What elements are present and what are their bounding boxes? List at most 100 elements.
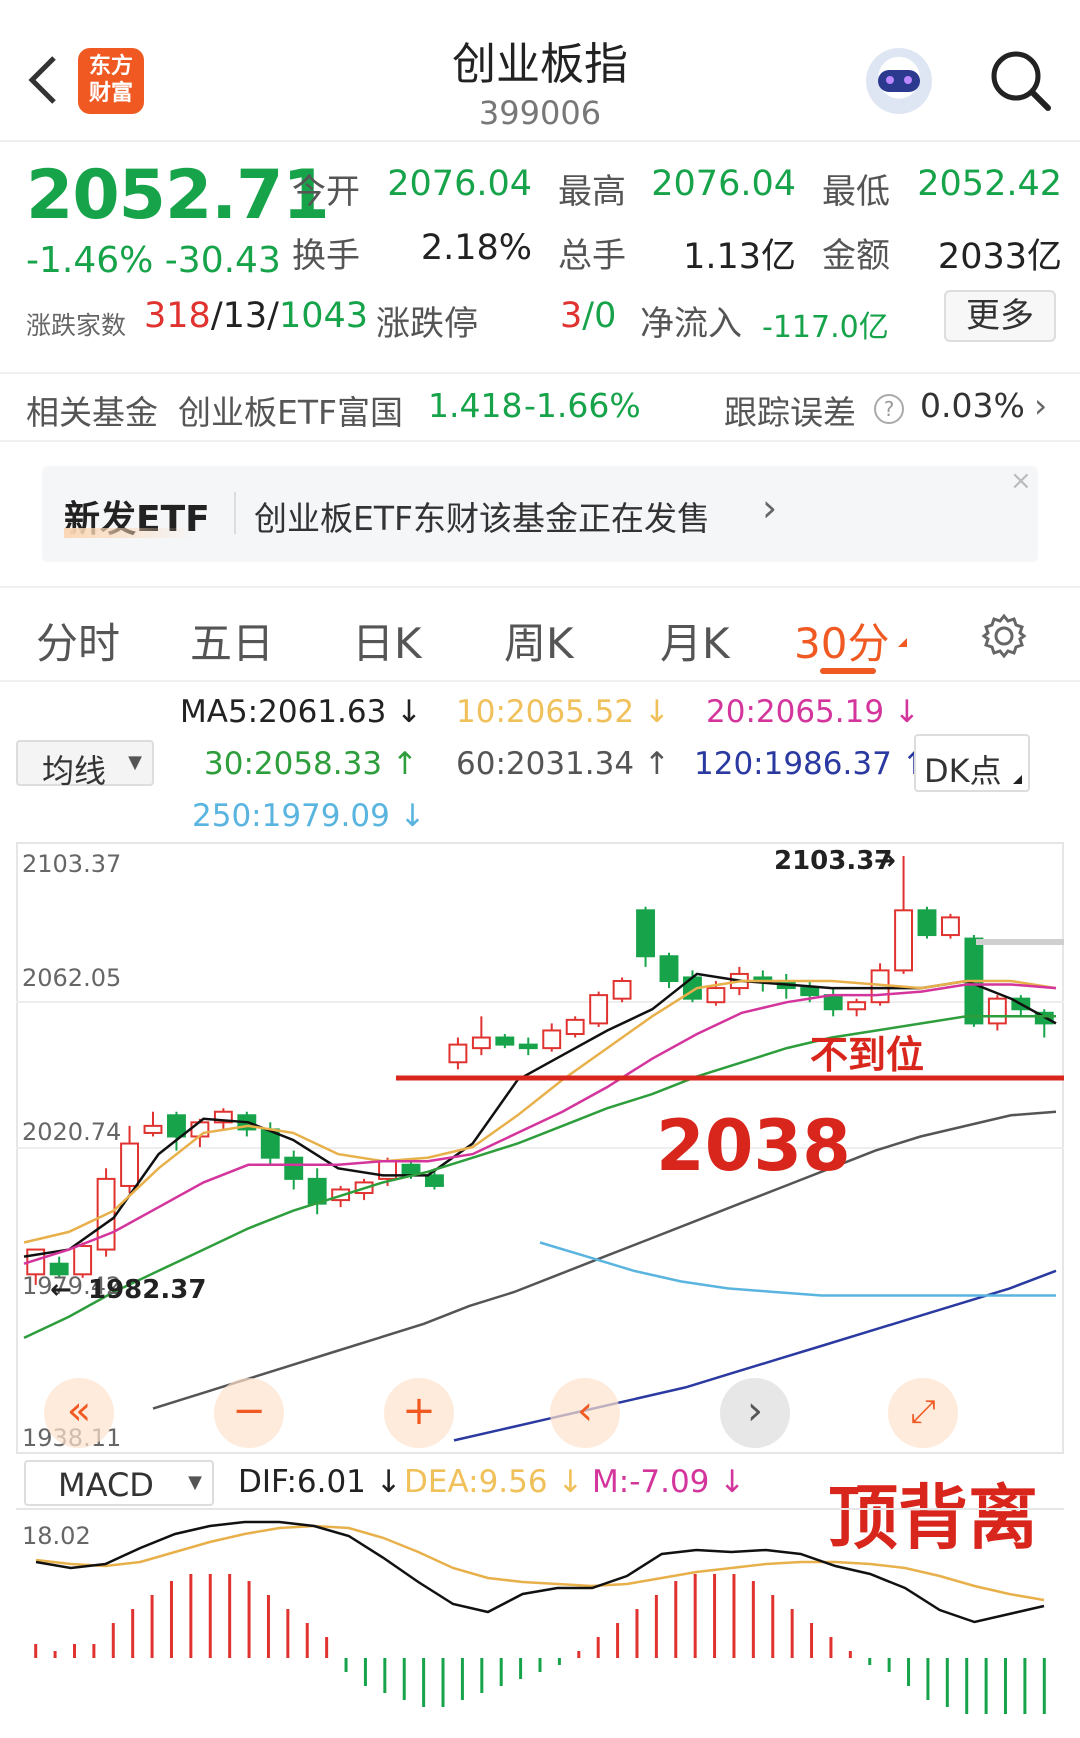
tab-five-day[interactable]: 五日 xyxy=(190,610,274,671)
banner-chevron-icon: › xyxy=(762,486,778,530)
limit-up: 3 xyxy=(560,296,583,336)
breadth-up: 318 xyxy=(144,296,211,336)
open-value: 2076.04 xyxy=(387,164,532,204)
volume-value: 1.13亿 xyxy=(683,237,796,277)
limit-values: 3/0 xyxy=(560,296,616,336)
ma60-text: 60:2031.34 xyxy=(456,746,635,782)
banner-text: 创业板ETF东财该基金正在发售 xyxy=(254,499,710,538)
related-fund-row[interactable]: 相关基金 创业板ETF富国 1.418 -1.66% 跟踪误差 ? 0.03% … xyxy=(0,372,1080,442)
fund-label: 相关基金 xyxy=(26,393,158,432)
breadth-label: 涨跌家数 xyxy=(26,311,127,340)
active-tab-indicator xyxy=(820,668,876,674)
m-text: M:-7.09 xyxy=(592,1464,710,1500)
turnover-label: 换手 xyxy=(292,236,360,276)
candle-body xyxy=(542,1029,562,1050)
candle-body xyxy=(565,1018,585,1035)
ma250-text: 250:1979.09 xyxy=(192,798,390,834)
tab-weekly-k[interactable]: 周K xyxy=(504,610,574,671)
low-label: 最低 xyxy=(822,172,890,212)
ma-line-ma10 xyxy=(23,979,1057,1244)
y-tick-top: 2103.37 xyxy=(22,850,121,878)
ma20-text: 20:2065.19 xyxy=(706,694,885,730)
breadth-down: 1043 xyxy=(278,296,369,336)
dropdown-arrow-icon: ▼ xyxy=(128,752,142,773)
kline-chart[interactable]: 2103.37 2062.05 2020.74 1979.42 1938.11 … xyxy=(16,842,1064,1454)
tab-dropdown-icon xyxy=(898,638,907,647)
fullscreen-icon[interactable]: ⤢ xyxy=(888,1378,958,1448)
settings-gear-icon[interactable] xyxy=(980,612,1028,660)
amount-value: 2033亿 xyxy=(937,237,1062,277)
candle-body xyxy=(636,909,655,958)
candle-body xyxy=(143,1124,163,1134)
macd-chart[interactable]: 18.02 xyxy=(16,1508,1064,1738)
annotation-2038: 2038 xyxy=(656,1105,851,1187)
macd-selector[interactable]: MACD ▼ xyxy=(24,1460,214,1506)
more-button[interactable]: 更多 xyxy=(944,290,1056,342)
ma5-text: MA5:2061.63 xyxy=(180,694,387,730)
last-price: 2052.71 xyxy=(26,156,330,235)
low-value: 2052.42 xyxy=(917,164,1062,204)
zoom-out-button[interactable]: − xyxy=(214,1378,284,1448)
macd-histogram xyxy=(34,1574,1046,1714)
candle-body xyxy=(706,987,726,1004)
close-icon[interactable]: × xyxy=(1010,466,1032,496)
limit-label: 涨跌停 xyxy=(376,304,478,344)
annotation-not-reached: 不到位 xyxy=(810,1033,924,1077)
candle-body xyxy=(73,1245,93,1276)
tab-30min[interactable]: 30分 xyxy=(794,610,889,671)
ma-selector-label: 均线 xyxy=(42,752,107,790)
scroll-left-button[interactable]: ‹ xyxy=(550,1378,620,1448)
candle-body xyxy=(917,909,937,937)
candle-body xyxy=(448,1043,468,1064)
candle-body xyxy=(167,1114,186,1138)
netflow-label: 净流入 xyxy=(640,304,742,344)
breadth-values: 318/13/1043 xyxy=(144,296,368,336)
dif-line xyxy=(35,1520,1045,1624)
chevron-right-icon: › xyxy=(1034,386,1048,425)
dk-dropdown-icon xyxy=(1013,775,1022,784)
y-tick-2: 2062.05 xyxy=(22,964,121,992)
candle-body xyxy=(659,955,679,982)
dif-text: DIF:6.01 xyxy=(238,1464,366,1500)
banner-divider xyxy=(234,492,236,534)
quote-panel: 2052.71 -1.46% -30.43 今开 2076.04 最高 2076… xyxy=(0,142,1080,372)
zoom-in-button[interactable]: + xyxy=(384,1378,454,1448)
tracking-value: 0.03% xyxy=(920,386,1025,425)
assistant-robot-icon[interactable] xyxy=(866,48,932,114)
candle-body xyxy=(847,1001,867,1011)
search-icon[interactable] xyxy=(986,46,1056,116)
candle-body xyxy=(307,1177,327,1205)
scroll-right-button[interactable]: › xyxy=(720,1378,790,1448)
open-label: 今开 xyxy=(292,172,360,212)
netflow-value: -117.0亿 xyxy=(762,310,889,345)
tab-daily-k[interactable]: 日K xyxy=(352,610,422,671)
promo-banner[interactable]: 新发ETF 创业板ETF东财该基金正在发售 › × xyxy=(42,466,1038,562)
tab-timeshare[interactable]: 分时 xyxy=(36,610,120,671)
candle-body xyxy=(987,997,1007,1025)
volume-label: 总手 xyxy=(558,236,626,276)
dk-point-label: DK点 xyxy=(924,752,1002,790)
ma60-value: 60:2031.34 ↑ xyxy=(456,746,670,782)
ma-line-ma60 xyxy=(152,1110,1057,1410)
candle-body xyxy=(495,1036,515,1046)
scroll-left-fast-button[interactable]: « xyxy=(44,1378,114,1448)
ma-selector[interactable]: 均线 ▼ xyxy=(16,740,154,790)
tracking-label: 跟踪误差 xyxy=(724,393,856,432)
dk-point-button[interactable]: DK点 xyxy=(914,734,1030,792)
fund-name: 创业板ETF富国 xyxy=(178,393,403,432)
high-label: 最高 xyxy=(558,172,626,212)
tab-monthly-k[interactable]: 月K xyxy=(660,610,730,671)
candle-body xyxy=(941,916,960,937)
macd-selector-label: MACD xyxy=(58,1466,154,1504)
candle-body xyxy=(894,909,913,972)
low-marker-label: 1982.37 xyxy=(88,1275,206,1305)
price-change: -1.46% -30.43 xyxy=(26,240,281,281)
ma250-value: 250:1979.09 ↓ xyxy=(192,798,426,834)
amount-label: 金额 xyxy=(822,236,890,276)
macd-top-tick: 18.02 xyxy=(22,1522,91,1550)
period-tabs: 分时 五日 日K 周K 月K 30分 xyxy=(0,586,1080,682)
help-icon[interactable]: ? xyxy=(874,394,904,424)
fund-price: 1.418 xyxy=(428,386,523,425)
y-tick-3: 2020.74 xyxy=(22,1118,121,1146)
dea-text: DEA:9.56 xyxy=(404,1464,548,1500)
